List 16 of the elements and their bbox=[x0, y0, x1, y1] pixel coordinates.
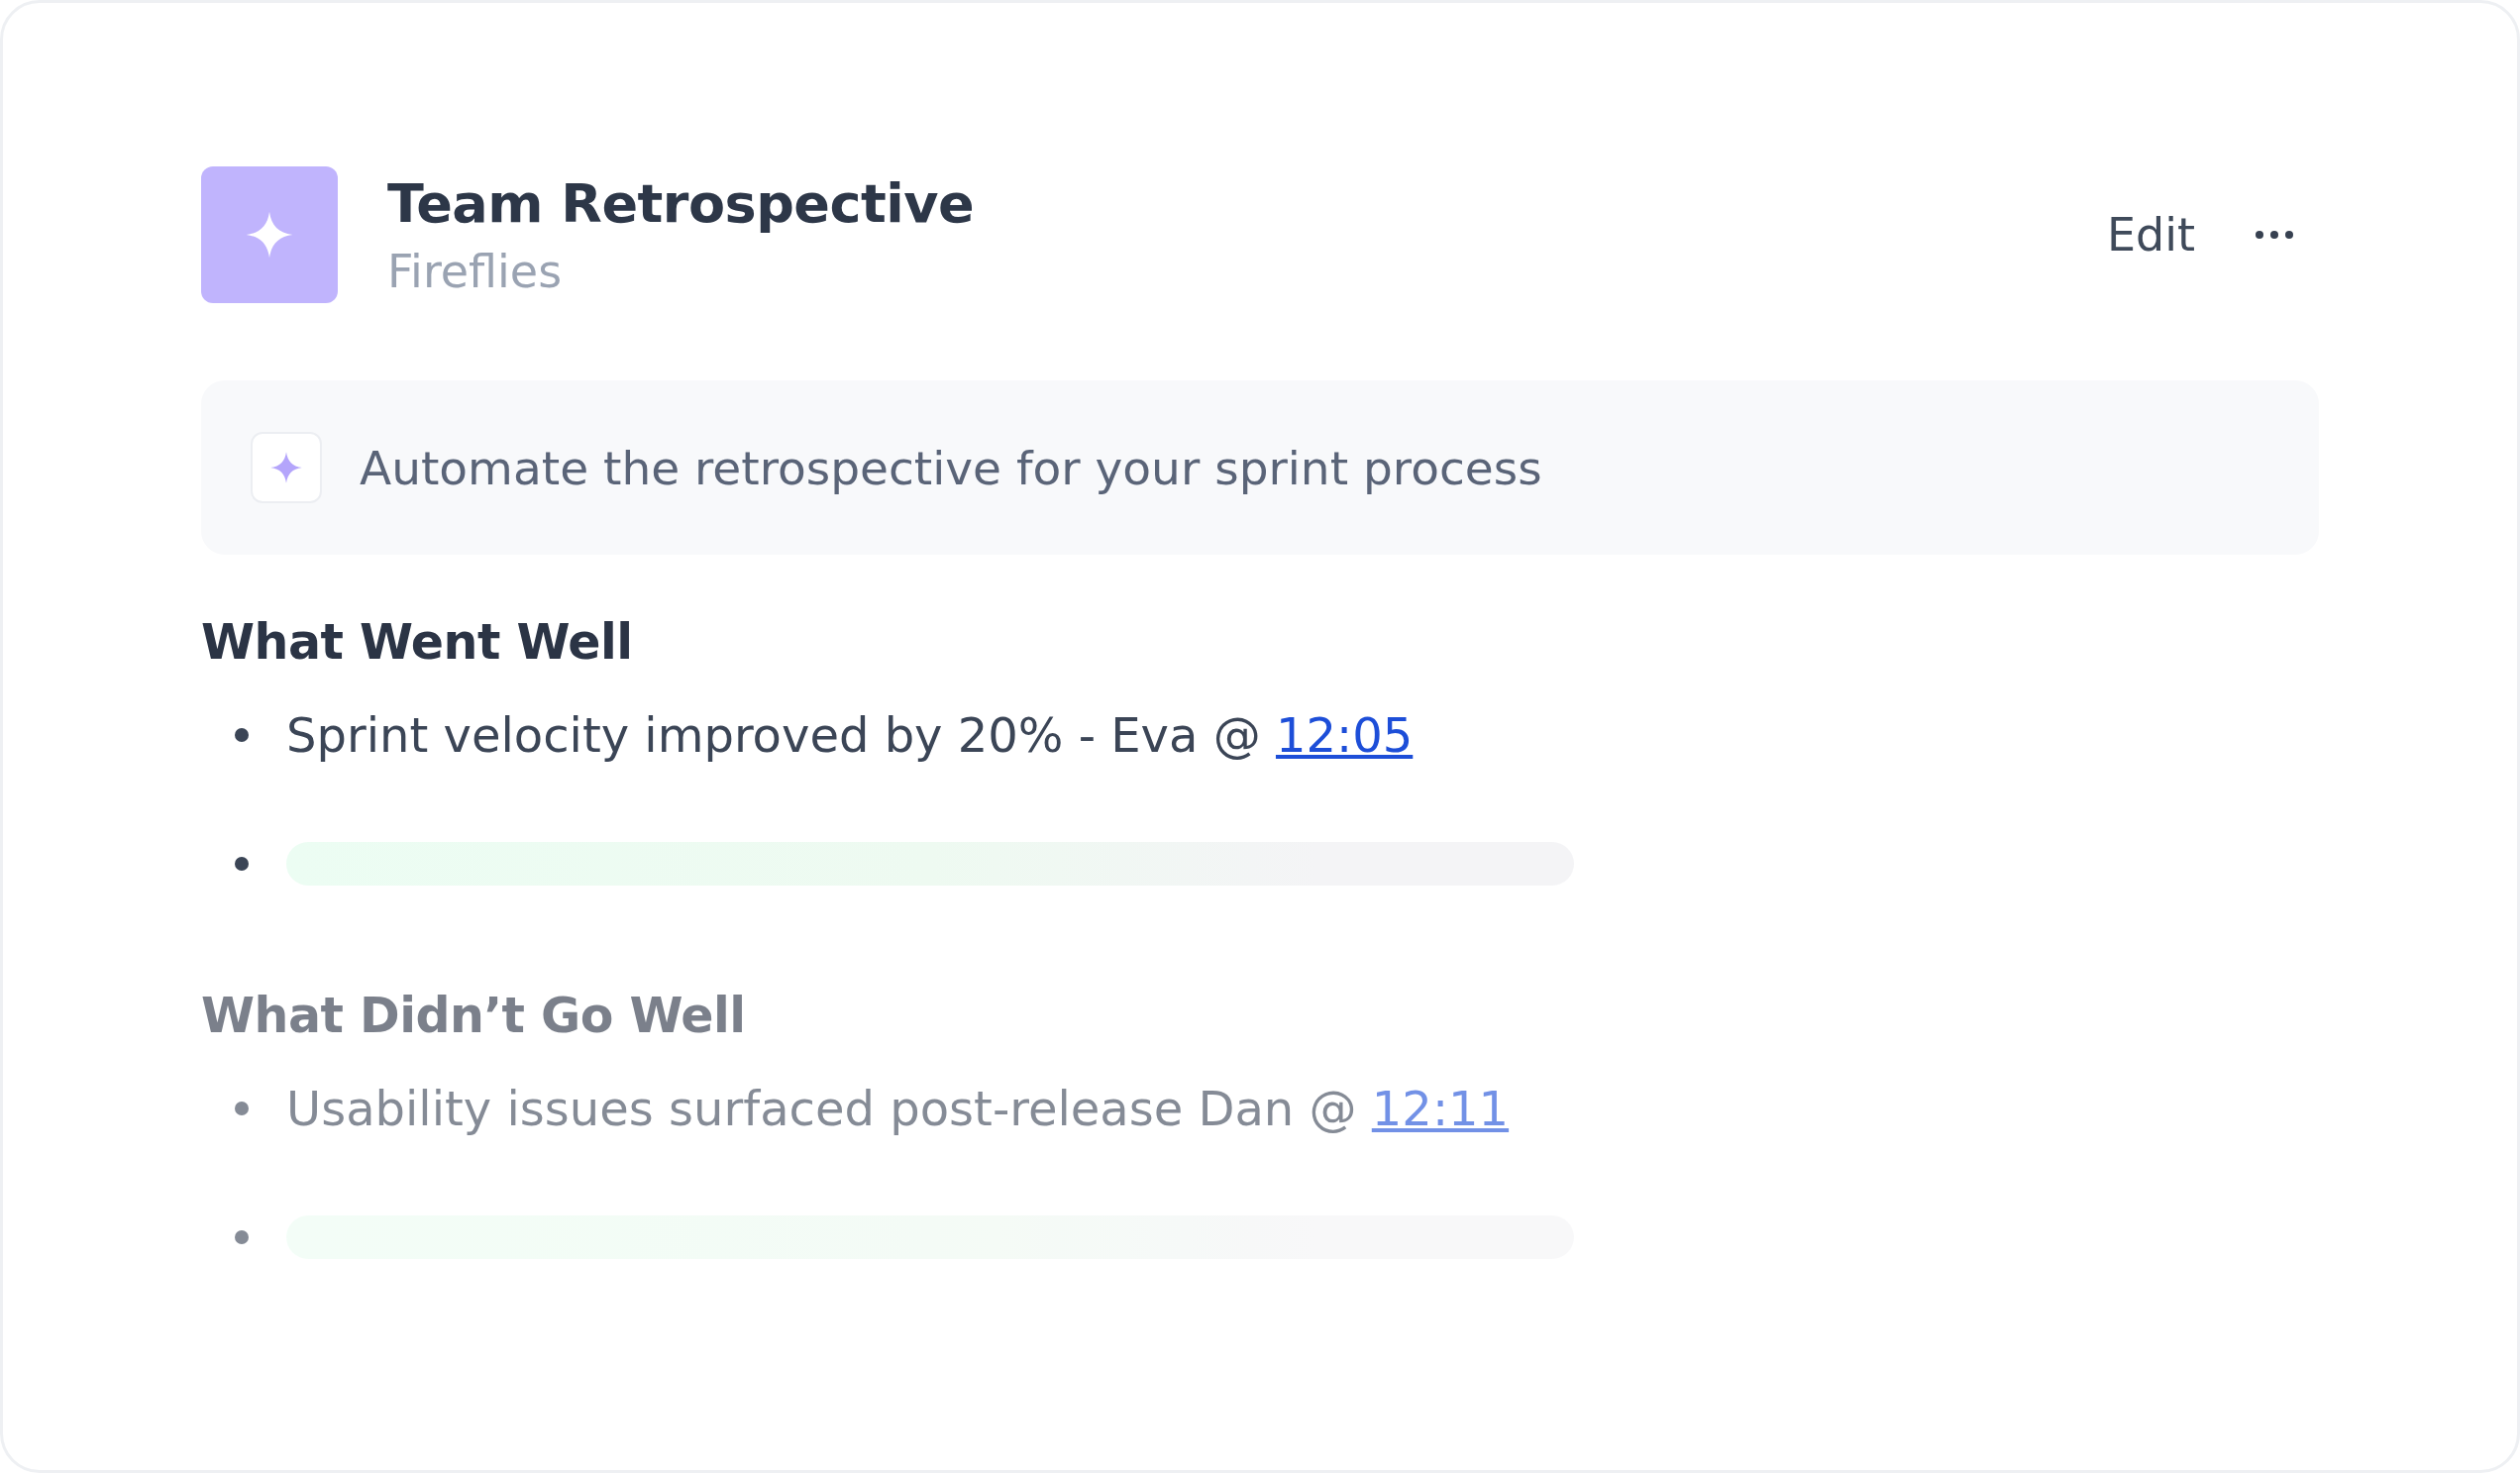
bullet-icon bbox=[235, 728, 249, 742]
bullet-icon bbox=[235, 1102, 249, 1115]
prompt-text: Automate the retrospective for your sprint process bbox=[360, 440, 1542, 495]
more-icon[interactable] bbox=[2255, 230, 2294, 240]
bullet-icon bbox=[235, 857, 249, 871]
list-item-text: Sprint velocity improved by 20% - Eva @ 12:05 bbox=[286, 707, 1414, 763]
sparkle-logo-icon bbox=[201, 166, 338, 303]
sparkle-icon bbox=[251, 432, 322, 503]
timestamp-link[interactable]: 12:05 bbox=[1275, 707, 1414, 763]
list-item-text: Usability issues surfaced post-release Dan @ 12:11 bbox=[286, 1081, 1510, 1136]
card-title: Team Retrospective bbox=[387, 171, 975, 235]
section-heading: What Didn’t Go Well bbox=[201, 988, 747, 1044]
section-heading: What Went Well bbox=[201, 614, 634, 671]
edit-button[interactable]: Edit bbox=[2106, 208, 2195, 262]
bullet-icon bbox=[235, 1230, 249, 1244]
card-subtitle: Fireflies bbox=[387, 244, 564, 298]
